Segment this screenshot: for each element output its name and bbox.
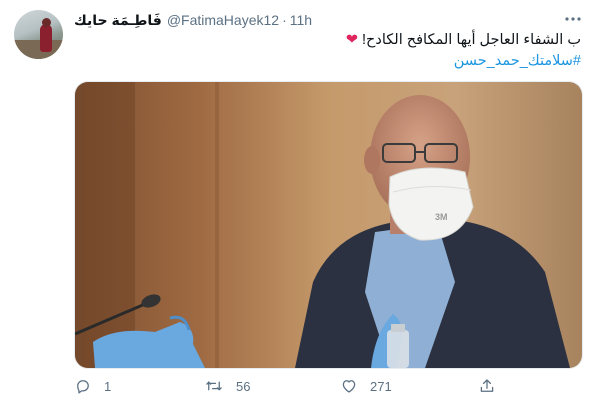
heart-icon (342, 380, 356, 393)
reply-count: 1 (104, 378, 112, 394)
reply-button[interactable]: 1 (74, 374, 111, 398)
tweet-header: فَاطِـمَة حايك @FatimaHayek12 · 11h (74, 11, 312, 29)
tweet-timestamp[interactable]: 11h (290, 12, 312, 28)
mask-logo-text: 3M (435, 212, 448, 222)
photo-illustration: 3M (75, 82, 582, 368)
author-display-name[interactable]: فَاطِـمَة حايك (74, 12, 162, 29)
avatar[interactable] (14, 10, 63, 59)
tweet-photo[interactable]: 3M (74, 81, 583, 369)
like-button[interactable]: 271 (340, 374, 392, 398)
retweet-icon (206, 381, 222, 391)
like-count: 271 (370, 378, 392, 394)
retweet-button[interactable]: 56 (204, 374, 250, 398)
header-separator: · (282, 12, 287, 28)
share-button[interactable] (478, 374, 496, 398)
avatar-figure-shape (40, 24, 52, 52)
avatar-rock-shape (14, 40, 63, 59)
avatar-head-shape (42, 18, 51, 27)
reply-icon (77, 380, 89, 394)
retweet-count: 56 (236, 378, 251, 394)
tweet-text-line-1: ب الشفاء العاجل أيها المكافح الكادح! ❤ (81, 30, 581, 51)
more-options-button[interactable] (564, 12, 582, 26)
tweet-text: ب الشفاء العاجل أيها المكافح الكادح! ❤ #… (81, 30, 581, 72)
tweet-text-body: ب الشفاء العاجل أيها المكافح الكادح! (362, 32, 581, 48)
tweet[interactable]: فَاطِـمَة حايك @FatimaHayek12 · 11h ب ال… (0, 0, 596, 407)
more-horizontal-icon (565, 17, 581, 21)
red-heart-emoji: ❤ (345, 32, 358, 48)
hashtag-link[interactable]: #سلامتك_حمد_حسن (81, 51, 581, 72)
author-handle[interactable]: @FatimaHayek12 (167, 12, 279, 28)
tweet-actions: 1 56 271 (74, 374, 524, 398)
share-icon (480, 379, 494, 392)
